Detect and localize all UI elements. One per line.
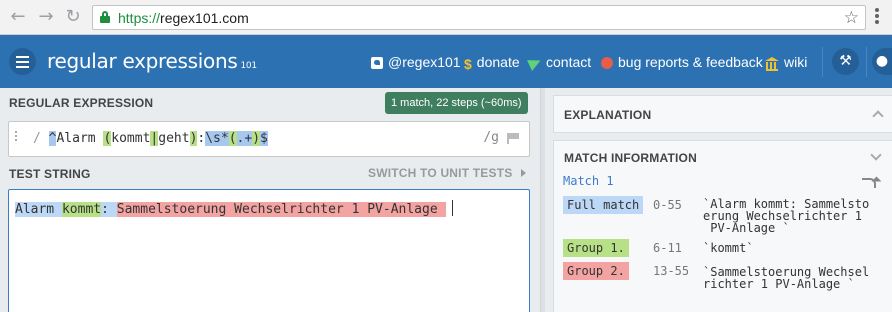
regex-alt1: kommt xyxy=(111,131,151,146)
regex-section-title: REGULAR EXPRESSION xyxy=(9,96,154,110)
browser-toolbar: ← → ↻ https://regex101.com ☆ xyxy=(0,0,892,35)
browser-menu-icon[interactable] xyxy=(875,8,879,26)
regex-group2-open: ( xyxy=(228,131,237,146)
regex-group2-close: ) xyxy=(252,131,261,146)
regex-open-delimiter: / xyxy=(33,131,41,146)
forward-arrow-icon[interactable]: → xyxy=(36,7,56,27)
explanation-panel: EXPLANATION xyxy=(553,95,892,133)
brand-text-regular: regular xyxy=(47,49,117,73)
text-cursor xyxy=(451,200,453,216)
twitter-icon xyxy=(371,57,383,69)
caret-right-icon xyxy=(521,169,526,177)
header-separator xyxy=(866,47,867,77)
flags-value: g xyxy=(491,130,499,145)
regex-anchor-end: $ xyxy=(260,131,268,146)
dollar-icon: $ xyxy=(464,56,472,72)
regex-group2-body: .+ xyxy=(236,131,253,146)
regex-literal: Alarm xyxy=(56,131,104,146)
test-string-input[interactable]: Alarm kommt: Sammelstoerung Wechselricht… xyxy=(8,189,530,312)
match-full-mid: : xyxy=(101,202,117,217)
contact-label: contact xyxy=(546,54,592,70)
full-match-tag: Full match xyxy=(563,196,644,214)
address-bar[interactable]: https://regex101.com ☆ xyxy=(92,5,866,30)
hamburger-menu-icon[interactable] xyxy=(9,48,36,75)
test-string-text[interactable]: Alarm kommt: Sammelstoerung Wechselricht… xyxy=(15,200,453,219)
back-arrow-icon[interactable]: ← xyxy=(8,7,28,27)
switch-to-unit-tests-link[interactable]: SWITCH TO UNIT TESTS xyxy=(368,166,512,180)
url-scheme: https:// xyxy=(118,10,161,26)
regex-text[interactable]: / ^Alarm (kommt|geht):\s*(.+)$ xyxy=(33,130,268,148)
match-label: Match 1 xyxy=(563,174,614,188)
drag-handle-icon[interactable] xyxy=(15,131,19,143)
paper-plane-icon xyxy=(527,55,543,71)
regex-close-delimiter: / xyxy=(483,130,492,145)
header-separator xyxy=(822,47,823,77)
chevron-down-icon[interactable] xyxy=(870,149,882,161)
full-match-value: `Alarm kommt: Sammelsto erung Wechselric… xyxy=(703,197,870,235)
match-group1: kommt xyxy=(61,202,102,217)
donate-link[interactable]: $ donate xyxy=(464,54,520,72)
group2-value: `Sammelstoerung Wechsel richter 1 PV-Anl… xyxy=(703,265,870,291)
twitter-label: @regex101 xyxy=(388,54,461,70)
wrench-icon[interactable]: ⚒ xyxy=(832,48,859,75)
regex-whitespace-token: \s* xyxy=(205,131,229,146)
match-status-badge: 1 match, 22 steps (~60ms) xyxy=(385,92,528,114)
brand-version: 101 xyxy=(240,61,257,71)
regex-input[interactable]: / ^Alarm (kommt|geht):\s*(.+)$ /g xyxy=(8,121,530,157)
group2-range: 13-55 xyxy=(653,264,690,278)
bug-reports-label: bug reports & feedback xyxy=(618,54,763,70)
github-icon xyxy=(601,57,613,69)
explanation-title: EXPLANATION xyxy=(564,108,652,122)
share-icon[interactable] xyxy=(862,178,876,188)
flag-icon[interactable] xyxy=(507,133,519,144)
twitter-link[interactable]: @regex101 xyxy=(371,54,461,70)
group1-tag: Group 1. xyxy=(563,239,629,257)
full-match-range: 0-55 xyxy=(653,198,682,212)
test-string-title: TEST STRING xyxy=(9,167,91,181)
site-header: regular expressions 101 @regex101 $ donate… xyxy=(0,35,892,88)
group1-range: 6-11 xyxy=(653,241,682,255)
contact-link[interactable]: contact xyxy=(527,54,592,71)
bookmark-star-icon[interactable]: ☆ xyxy=(844,8,859,28)
group2-tag: Group 2. xyxy=(563,262,629,280)
donate-label: donate xyxy=(476,54,520,70)
wiki-link[interactable]: wiki xyxy=(765,54,808,71)
group1-value: `kommt` xyxy=(703,241,754,255)
regex-flags[interactable]: /g xyxy=(483,130,499,145)
library-icon xyxy=(765,57,779,71)
url-text: https://regex101.com xyxy=(118,10,249,26)
brand-text-expressions: expressions xyxy=(122,49,238,73)
match-group2: Sammelstoerung Wechselrichter 1 PV-Anlag… xyxy=(116,202,446,217)
site-logo[interactable]: regular expressions 101 xyxy=(47,49,257,73)
regex-alt2: geht xyxy=(158,131,190,146)
user-icon[interactable]: ● xyxy=(872,48,892,75)
wiki-label: wiki xyxy=(784,54,808,70)
reload-icon[interactable]: ↻ xyxy=(63,7,83,27)
url-host: regex101.com xyxy=(160,10,249,26)
chevron-up-icon[interactable] xyxy=(872,110,884,122)
lock-icon xyxy=(100,11,110,23)
match-full-prefix: Alarm xyxy=(15,202,62,217)
match-info-title: MATCH INFORMATION xyxy=(564,151,697,165)
bug-reports-link[interactable]: bug reports & feedback xyxy=(601,54,763,70)
